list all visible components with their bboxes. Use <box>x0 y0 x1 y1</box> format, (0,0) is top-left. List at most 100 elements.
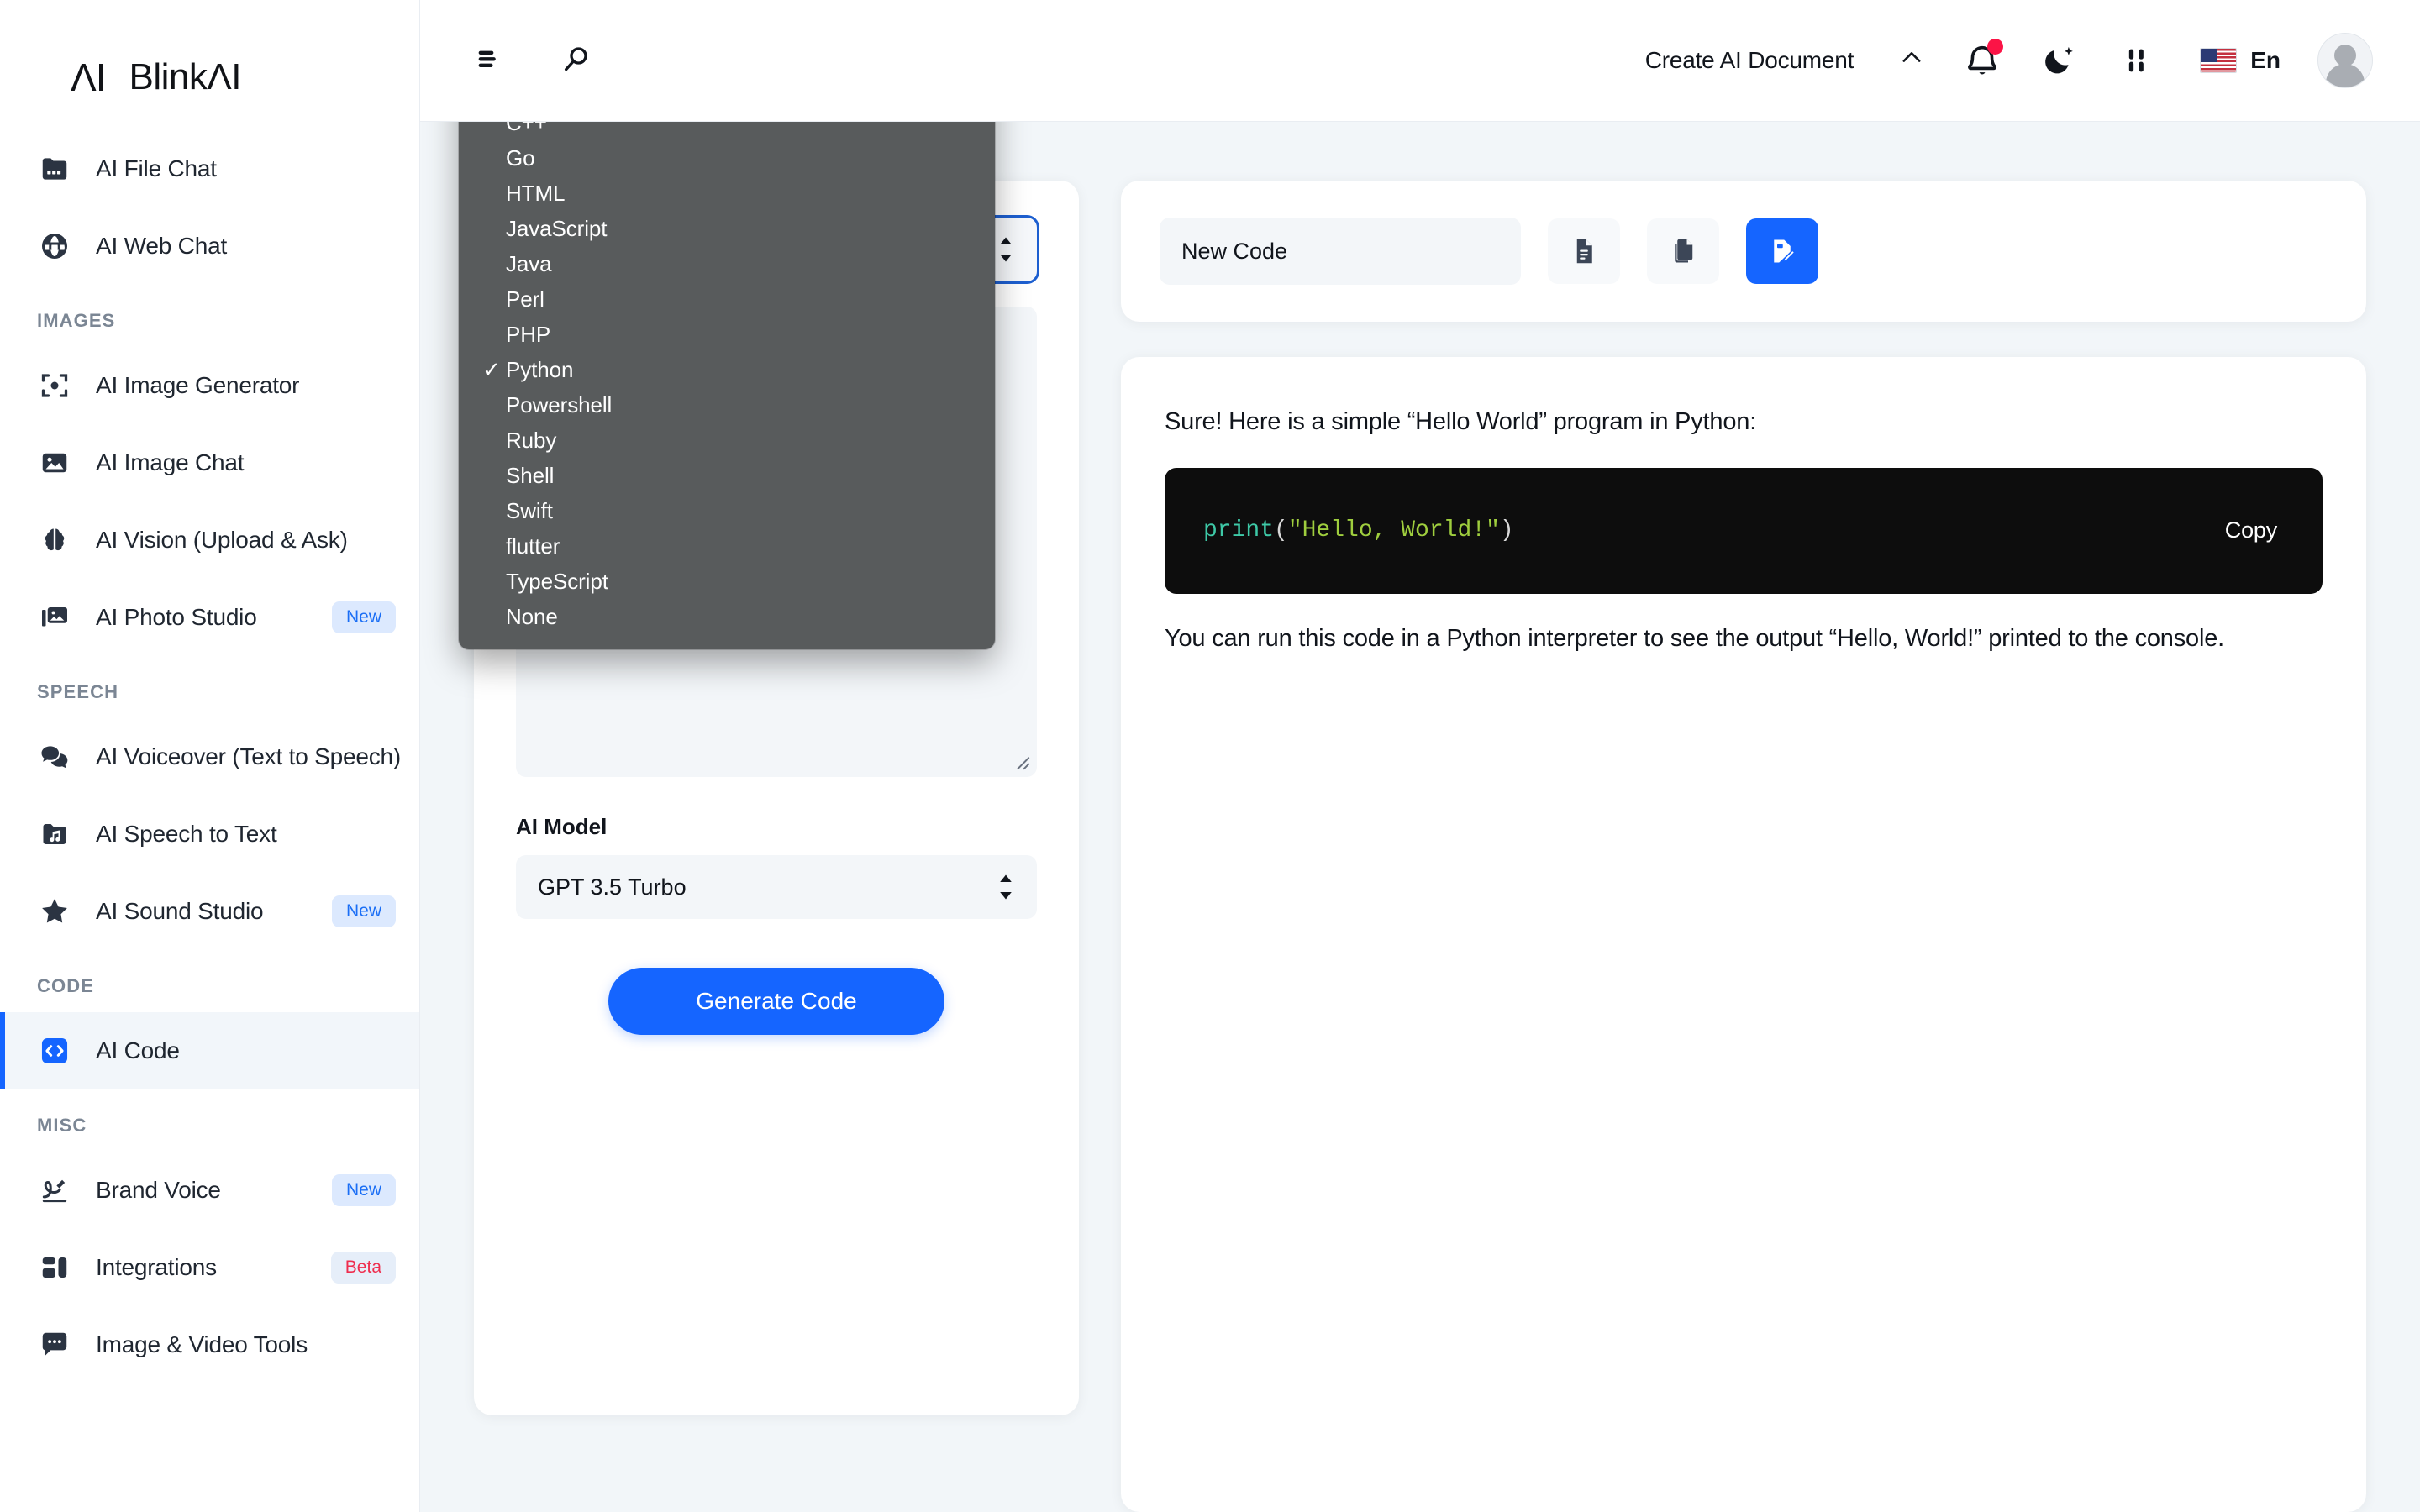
globe-icon <box>37 228 72 264</box>
dropdown-option-label: JavaScript <box>506 216 607 242</box>
result-outro-text: You can run this code in a Python interp… <box>1165 621 2323 658</box>
camera-frame-icon <box>37 368 72 403</box>
sidebar-item-label: AI Image Chat <box>96 449 244 476</box>
sidebar-item-ai-file-chat[interactable]: AI File Chat <box>0 130 419 207</box>
new-code-label: New Code <box>1181 239 1287 265</box>
status-badge: New <box>332 895 396 927</box>
ai-model-value: GPT 3.5 Turbo <box>538 874 687 900</box>
header-left-group <box>420 39 598 82</box>
brand-logo[interactable]: ΛI BlinkΛI <box>0 0 419 122</box>
sidebar-item-ai-sound-studio[interactable]: AI Sound Studio New <box>0 873 419 950</box>
result-intro-text: Sure! Here is a simple “Hello World” pro… <box>1165 404 2323 441</box>
dropdown-option[interactable]: Go <box>459 140 995 176</box>
dropdown-option-label: None <box>506 604 558 630</box>
dropdown-option-label: TypeScript <box>506 569 608 595</box>
copy-icon[interactable] <box>1647 218 1719 284</box>
dropdown-option[interactable]: Shell <box>459 458 995 493</box>
star-icon <box>37 894 72 929</box>
notifications-button[interactable] <box>1963 41 2002 80</box>
compress-icon[interactable] <box>2119 39 2163 82</box>
dropdown-option-label: Swift <box>506 498 553 524</box>
avatar[interactable] <box>2317 33 2373 88</box>
dropdown-option[interactable]: flutter <box>459 528 995 564</box>
generate-code-button[interactable]: Generate Code <box>608 968 944 1035</box>
sidebar-toggle-icon[interactable] <box>471 39 514 82</box>
header-right-group: Create AI Document <box>1645 33 2420 88</box>
dropdown-option[interactable]: TypeScript <box>459 564 995 599</box>
result-column: New Code Sure! Here is a simple “Hello W… <box>1121 181 2366 1512</box>
sidebar-section-misc: MISC <box>0 1089 419 1152</box>
dropdown-option[interactable]: None <box>459 599 995 634</box>
dropdown-option[interactable]: Swift <box>459 493 995 528</box>
dropdown-option-label: HTML <box>506 181 565 207</box>
code-token-close-paren: ) <box>1500 517 1514 543</box>
blocks-icon <box>37 1250 72 1285</box>
status-badge: New <box>332 1174 396 1206</box>
sidebar-item-ai-image-chat[interactable]: AI Image Chat <box>0 424 419 501</box>
bell-icon <box>1963 69 2002 83</box>
language-dropdown-menu[interactable]: C C# C++ Go HTML JavaScript Java Perl PH… <box>459 122 995 649</box>
dropdown-option-label: PHP <box>506 322 550 348</box>
folder-icon <box>37 151 72 186</box>
dropdown-option-label: Shell <box>506 463 554 489</box>
ai-model-select[interactable]: GPT 3.5 Turbo <box>516 855 1037 919</box>
main-content: Python AI Model GPT 3.5 Turbo Generate C… <box>420 122 2420 1512</box>
sidebar-item-integrations[interactable]: Integrations Beta <box>0 1229 419 1306</box>
sidebar-section-images: IMAGES <box>0 285 419 347</box>
moon-star-icon[interactable] <box>2039 39 2082 82</box>
dropdown-option[interactable]: Perl <box>459 281 995 317</box>
search-icon[interactable] <box>555 39 598 82</box>
dropdown-option-label: C++ <box>506 122 547 136</box>
ai-model-label: AI Model <box>516 814 1037 840</box>
sidebar-item-ai-vision[interactable]: AI Vision (Upload & Ask) <box>0 501 419 579</box>
status-badge: Beta <box>331 1252 396 1284</box>
dropdown-option[interactable]: C++ <box>459 122 995 140</box>
sidebar-item-label: AI Web Chat <box>96 233 227 260</box>
sidebar-item-ai-photo-studio[interactable]: AI Photo Studio New <box>0 579 419 656</box>
chevron-updown-icon <box>997 235 1015 264</box>
dropdown-option-label: Perl <box>506 286 544 312</box>
dropdown-option-selected[interactable]: ✓Python <box>459 352 995 387</box>
sidebar-item-ai-code[interactable]: AI Code <box>0 1012 419 1089</box>
file-export-icon[interactable] <box>1746 218 1818 284</box>
sidebar-item-label: AI File Chat <box>96 155 217 182</box>
sidebar-nav: AI File Chat AI Web Chat IMAGES AI Image… <box>0 122 419 1383</box>
chevron-up-icon[interactable] <box>1897 44 1926 78</box>
dropdown-option-label: Java <box>506 251 552 277</box>
dropdown-option[interactable]: Ruby <box>459 423 995 458</box>
copy-code-button[interactable]: Copy <box>2225 517 2277 543</box>
chevron-updown-icon <box>997 873 1015 901</box>
sidebar-item-ai-speech-to-text[interactable]: AI Speech to Text <box>0 795 419 873</box>
brand-name: BlinkΛI <box>129 59 241 96</box>
photo-icon <box>37 445 72 480</box>
new-code-select[interactable]: New Code <box>1160 218 1521 285</box>
sidebar-section-speech: SPEECH <box>0 656 419 718</box>
sidebar-section-code: CODE <box>0 950 419 1012</box>
dropdown-option[interactable]: Java <box>459 246 995 281</box>
sidebar-item-image-video-tools[interactable]: Image & Video Tools <box>0 1306 419 1383</box>
code-form-card: Python AI Model GPT 3.5 Turbo Generate C… <box>474 181 1079 1415</box>
top-header: Create AI Document <box>420 0 2420 122</box>
resize-handle-icon[interactable] <box>1012 752 1030 770</box>
create-ai-document-button[interactable]: Create AI Document <box>1645 44 1927 78</box>
document-icon[interactable] <box>1548 218 1620 284</box>
code-line: print("Hello, World!") <box>1203 517 1514 543</box>
language-switcher[interactable]: En <box>2200 47 2281 74</box>
sidebar-item-ai-web-chat[interactable]: AI Web Chat <box>0 207 419 285</box>
dropdown-option[interactable]: PHP <box>459 317 995 352</box>
sidebar-item-label: AI Vision (Upload & Ask) <box>96 527 348 554</box>
sidebar-item-brand-voice[interactable]: Brand Voice New <box>0 1152 419 1229</box>
sidebar-item-ai-image-generator[interactable]: AI Image Generator <box>0 347 419 424</box>
sidebar: ΛI BlinkΛI AI File Chat AI Web Chat IMAG… <box>0 0 420 1512</box>
dropdown-option-label: Go <box>506 145 534 171</box>
code-token-function: print <box>1203 517 1274 543</box>
dropdown-option[interactable]: JavaScript <box>459 211 995 246</box>
code-toolbar: New Code <box>1121 181 2366 322</box>
dropdown-option[interactable]: Powershell <box>459 387 995 423</box>
sidebar-item-label: AI Sound Studio <box>96 898 263 925</box>
sidebar-item-ai-voiceover[interactable]: AI Voiceover (Text to Speech) <box>0 718 419 795</box>
comment-dots-icon <box>37 1327 72 1362</box>
sidebar-item-label: Image & Video Tools <box>96 1331 308 1358</box>
code-block: print("Hello, World!") Copy <box>1165 468 2323 594</box>
dropdown-option[interactable]: HTML <box>459 176 995 211</box>
